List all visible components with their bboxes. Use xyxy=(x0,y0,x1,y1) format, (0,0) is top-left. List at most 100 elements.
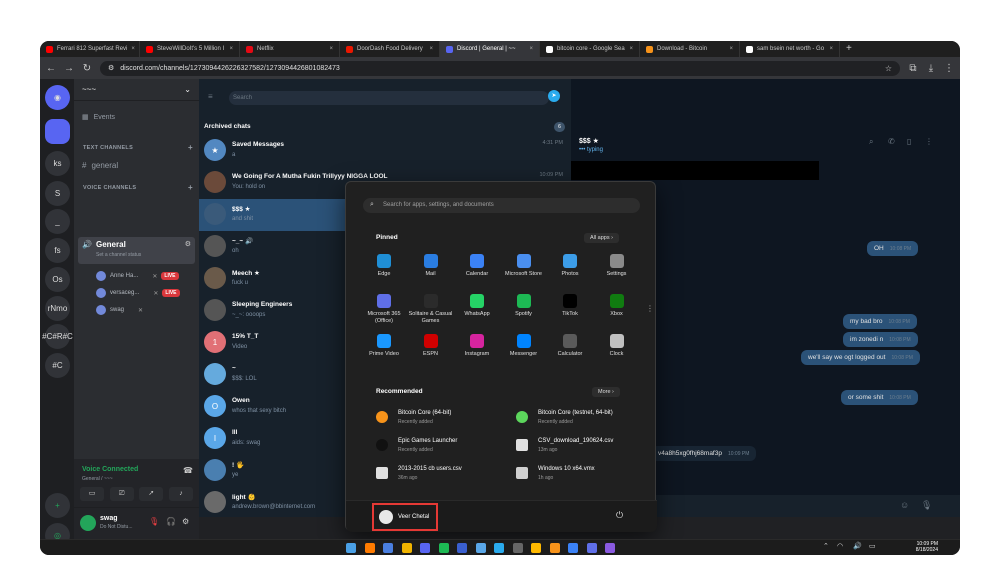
events-item[interactable]: ▦ Events xyxy=(82,113,115,122)
pinned-app[interactable]: Messenger xyxy=(501,334,547,374)
telegram-search-input[interactable]: Search xyxy=(229,91,549,105)
settings-gear-icon[interactable]: ⚙ xyxy=(185,240,191,248)
user-avatar[interactable] xyxy=(80,515,96,531)
voice-channel-general[interactable]: 🔊 General Set a channel status ⚙ xyxy=(78,237,195,264)
discord-icon[interactable] xyxy=(420,543,430,553)
discord-home-icon[interactable]: ◉ xyxy=(45,85,70,110)
recommended-item[interactable]: CSV_download_190624.csv 13m ago xyxy=(516,436,656,460)
power-icon[interactable]: ⏻ xyxy=(616,510,623,521)
volume-icon[interactable]: 🔊 xyxy=(853,542,862,550)
server-icon[interactable]: fs xyxy=(45,238,70,263)
server-header[interactable]: ~~~ ⌄ xyxy=(74,79,199,101)
tab-close-icon[interactable]: × xyxy=(131,46,135,52)
tab-close-icon[interactable]: × xyxy=(429,46,433,52)
steam-icon[interactable] xyxy=(457,543,467,553)
browser-tab[interactable]: sam bsein net worth - Go × xyxy=(740,41,840,57)
text-channels-category[interactable]: TEXT CHANNELS + xyxy=(83,143,193,152)
message-bubble[interactable]: or some shit 10:08 PM xyxy=(841,390,918,405)
pinned-app[interactable]: Microsoft 365 (Office) xyxy=(361,294,407,334)
browser-tab[interactable]: DoorDash Food Delivery × xyxy=(340,41,440,57)
mic-muted-icon[interactable]: 🎙 xyxy=(149,517,159,526)
disconnect-icon[interactable]: ☎ xyxy=(183,466,193,475)
emoji-icon[interactable]: ☺ xyxy=(900,500,909,510)
explorer-icon[interactable] xyxy=(531,543,541,553)
call-icon[interactable]: ✆ xyxy=(888,137,895,146)
chrome-icon[interactable] xyxy=(383,543,393,553)
bitcoin-icon[interactable] xyxy=(549,543,560,553)
pinned-app[interactable]: Photos xyxy=(547,254,593,294)
add-server-icon[interactable]: + xyxy=(45,493,70,518)
taskbar-clock[interactable]: 10:09 PM 8/18/2024 xyxy=(916,541,938,553)
pinned-app[interactable]: Microsoft Store xyxy=(501,254,547,294)
menu-dots-icon[interactable]: ⋮ xyxy=(944,63,954,74)
conversation-title[interactable]: $$$ ★ xyxy=(579,137,599,145)
sidebar-toggle-icon[interactable]: ▯ xyxy=(907,137,911,146)
address-bar[interactable]: ⚙ discord.com/channels/12730944262263275… xyxy=(100,60,900,76)
server-current[interactable] xyxy=(45,119,70,144)
tab-close-icon[interactable]: × xyxy=(829,46,833,52)
start-user-button[interactable]: Veer Chetal xyxy=(372,503,438,531)
recommended-item[interactable]: Bitcoin Core (64-bit) Recently added xyxy=(376,408,516,432)
deafen-icon[interactable]: 🎧 xyxy=(166,517,176,526)
search-icon[interactable]: ⌕ xyxy=(869,137,873,147)
message-bubble[interactable]: we'll say we ogt logged out 10:08 PM xyxy=(801,350,920,365)
tab-close-icon[interactable]: × xyxy=(529,46,533,52)
server-icon[interactable]: rNmo xyxy=(45,296,70,321)
telegram-icon[interactable] xyxy=(475,543,486,553)
message-bubble[interactable]: im zonedi n 10:08 PM xyxy=(843,332,918,347)
extensions-icon[interactable]: ⧉ xyxy=(908,63,918,74)
browser-tab[interactable]: Download - Bitcoin × xyxy=(640,41,740,57)
site-info-icon[interactable]: ⚙ xyxy=(108,64,114,72)
hamburger-menu-icon[interactable]: ≡ xyxy=(208,92,213,101)
brave-icon[interactable] xyxy=(364,543,375,553)
app-icon[interactable] xyxy=(512,543,523,553)
bookmark-star-icon[interactable]: ☆ xyxy=(885,64,892,73)
server-icon[interactable]: #C xyxy=(45,353,70,378)
wifi-icon[interactable]: ◠ xyxy=(837,542,843,550)
pinned-app[interactable]: Calendar xyxy=(454,254,500,294)
server-icon[interactable]: S xyxy=(45,181,70,206)
more-button[interactable]: More › xyxy=(592,387,620,397)
voice-user[interactable]: Anne Ha... ✕ LIVE xyxy=(96,271,179,281)
voice-channels-category[interactable]: VOICE CHANNELS + xyxy=(83,183,193,192)
pinned-app[interactable]: Instagram xyxy=(454,334,500,374)
add-channel-icon[interactable]: + xyxy=(188,143,193,152)
recommended-item[interactable]: Windows 10 x64.vmx 1h ago xyxy=(516,464,656,488)
edge-icon[interactable] xyxy=(568,543,578,553)
all-apps-button[interactable]: All apps › xyxy=(584,233,619,243)
start-search-input[interactable]: Search for apps, settings, and documents xyxy=(363,198,640,213)
browser-tab[interactable]: SteveWillDoIt's 5 Million I × xyxy=(140,41,240,57)
tab-close-icon[interactable]: × xyxy=(729,46,733,52)
forward-icon[interactable]: → xyxy=(64,63,74,74)
camera-off-icon[interactable]: ▭ xyxy=(80,487,104,501)
browser-tab[interactable]: Netflix × xyxy=(240,41,340,57)
microphone-icon[interactable]: 🎙 xyxy=(921,500,932,511)
user-settings-icon[interactable]: ⚙ xyxy=(182,517,189,526)
pinned-app[interactable]: Edge xyxy=(361,254,407,294)
server-icon[interactable]: ks xyxy=(45,151,70,176)
page-dots-icon[interactable]: ⋮ xyxy=(646,304,654,313)
voice-user[interactable]: versaceg... ✕ LIVE xyxy=(96,288,180,298)
pinned-app[interactable]: Clock xyxy=(594,334,640,374)
pinned-app[interactable]: Spotify xyxy=(501,294,547,334)
pinned-app[interactable]: Prime Video xyxy=(361,334,407,374)
back-icon[interactable]: ← xyxy=(46,63,56,74)
download-icon[interactable]: ⤓ xyxy=(926,63,936,74)
screen-share-icon[interactable]: ⎚ xyxy=(109,487,134,501)
tab-close-icon[interactable]: × xyxy=(629,46,633,52)
voice-user[interactable]: swag ✕ xyxy=(96,305,143,315)
pinned-app[interactable]: TikTok xyxy=(547,294,593,334)
pinned-app[interactable]: Solitaire & Casual Games xyxy=(408,294,454,334)
new-tab-button[interactable]: + xyxy=(840,41,858,57)
tray-chevron-icon[interactable]: ⌃ xyxy=(823,542,829,550)
soundboard-icon[interactable]: ♪ xyxy=(168,487,193,501)
pinned-app[interactable]: Xbox xyxy=(594,294,640,334)
recommended-item[interactable]: 2013-2015 cb users.csv 36m ago xyxy=(376,464,516,488)
spotify-icon[interactable] xyxy=(438,543,449,553)
voice-connected-sub[interactable]: General / ~~~ xyxy=(82,476,113,482)
server-icon[interactable]: #C#R#C xyxy=(42,324,73,349)
message-bubble[interactable]: OH 10:08 PM xyxy=(867,241,919,256)
activity-rocket-icon[interactable]: ➚ xyxy=(139,487,164,501)
message-bubble[interactable]: my bad bro 10:08 PM xyxy=(843,314,917,329)
pinned-app[interactable]: ESPN xyxy=(408,334,454,374)
